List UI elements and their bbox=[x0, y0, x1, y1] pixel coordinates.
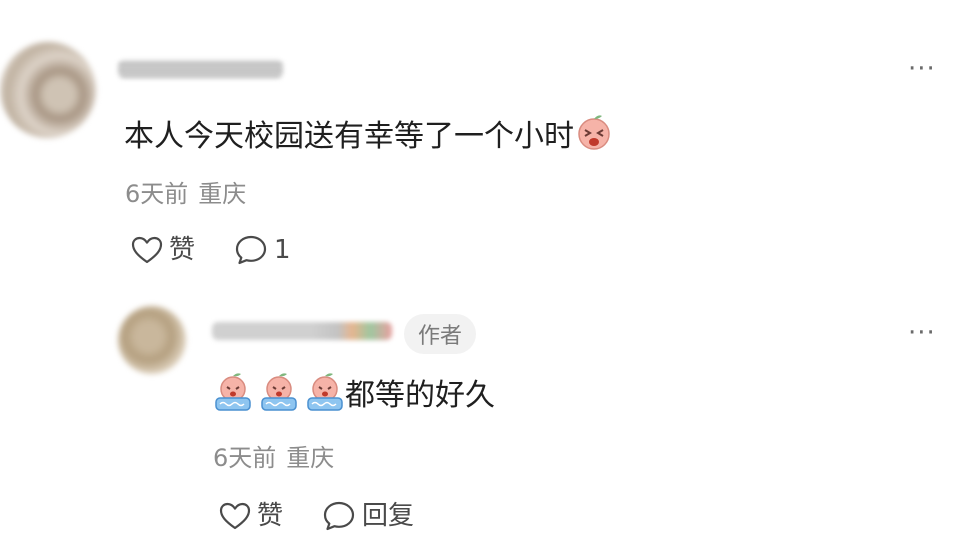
more-options-icon[interactable]: ··· bbox=[908, 320, 936, 346]
author-badge: 作者 bbox=[404, 314, 477, 354]
like-label: 赞 bbox=[169, 235, 196, 265]
reply-emoji-row bbox=[212, 372, 346, 418]
avatar[interactable] bbox=[0, 42, 96, 138]
comment-text-row: 本人今天校园送有幸等了一个小时 bbox=[124, 112, 614, 163]
crying-peach-in-water-icon bbox=[212, 372, 254, 418]
comment-meta: 6天前 重庆 bbox=[125, 178, 246, 210]
reply-meta: 6天前 重庆 bbox=[213, 442, 334, 474]
like-button[interactable]: 赞 bbox=[131, 234, 195, 266]
reply-time: 6天前 bbox=[213, 444, 277, 472]
username-blurred[interactable] bbox=[118, 60, 283, 78]
comment-location: 重庆 bbox=[198, 180, 247, 208]
reply-label: 回复 bbox=[362, 501, 415, 531]
reply-text: 都等的好久 bbox=[345, 378, 495, 413]
reply-avatar[interactable] bbox=[118, 306, 186, 374]
reply-button[interactable]: 回复 bbox=[322, 500, 414, 532]
reply-count: 1 bbox=[274, 235, 291, 265]
like-label: 赞 bbox=[257, 501, 284, 531]
heart-icon bbox=[131, 235, 163, 265]
reply-count-button[interactable]: 1 bbox=[234, 234, 291, 266]
speech-bubble-icon bbox=[234, 234, 268, 266]
reply-username-blurred[interactable] bbox=[212, 322, 392, 340]
speech-bubble-icon bbox=[322, 500, 356, 532]
more-options-icon[interactable]: ··· bbox=[908, 56, 936, 82]
reply-location: 重庆 bbox=[286, 444, 335, 472]
crying-peach-in-water-icon bbox=[258, 372, 300, 418]
reply-like-button[interactable]: 赞 bbox=[219, 500, 283, 532]
heart-icon bbox=[219, 501, 251, 531]
comment-time: 6天前 bbox=[125, 180, 189, 208]
crying-peach-in-water-icon bbox=[304, 372, 346, 418]
comment-text: 本人今天校园送有幸等了一个小时 bbox=[124, 119, 574, 154]
crying-peach-emoji-icon bbox=[574, 112, 614, 163]
